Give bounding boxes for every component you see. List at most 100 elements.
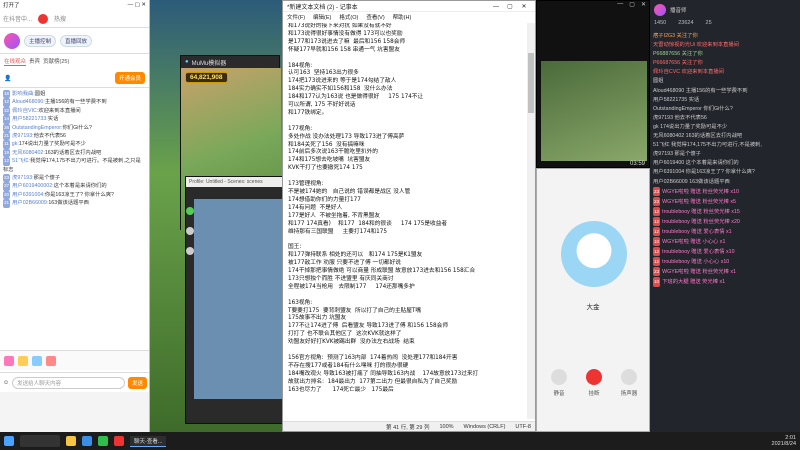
mute-icon[interactable] bbox=[551, 369, 567, 385]
live-chat-text: 佩玲自CVC 欢迎来到本直播间 bbox=[653, 69, 724, 76]
taskbar-search[interactable] bbox=[20, 435, 60, 447]
system-clock[interactable]: 2:01 2021/8/24 bbox=[772, 435, 796, 448]
streamer-avatar[interactable] bbox=[654, 4, 666, 16]
host-header: 主播控制 直播回放 bbox=[0, 28, 149, 54]
chat-input[interactable]: 发送给人聊天内容 bbox=[12, 376, 125, 389]
chat-username[interactable]: 用户6019400002: bbox=[12, 183, 54, 189]
send-button[interactable]: 发送 bbox=[127, 376, 147, 389]
mumu-titlebar[interactable]: ● MuMu模拟器 bbox=[181, 56, 279, 68]
minimize-icon[interactable]: — bbox=[489, 4, 503, 10]
chat-username[interactable]: 用户58221733: bbox=[12, 116, 48, 122]
window-controls[interactable]: — ▢ ✕ bbox=[537, 1, 649, 11]
tab-online-audience[interactable]: 在线观众 bbox=[4, 57, 27, 66]
level-badge: 12 bbox=[653, 247, 661, 257]
recorder-window[interactable]: Profile: Untitled - Scenes: scenes bbox=[185, 176, 285, 424]
avatar[interactable] bbox=[4, 32, 20, 49]
encoding: UTF-8 bbox=[515, 423, 531, 430]
level-badge: 11 bbox=[3, 140, 10, 149]
speaker-icon[interactable] bbox=[621, 369, 637, 385]
text-line bbox=[288, 236, 524, 244]
folder-icon[interactable] bbox=[66, 436, 76, 446]
taskbar: 聊天-查看... 2:01 2021/8/24 bbox=[0, 432, 800, 450]
gift-icon[interactable] bbox=[4, 355, 14, 366]
status-bar: 第 41 行, 第 29 列 100% Windows (CRLF) UTF-8 bbox=[283, 421, 535, 431]
live-chat-message: 天雷动惊视的光Ui 欢迎来到本直播间 bbox=[653, 41, 797, 50]
live-chat-text: gk 174说出力量了奖励可是不少 bbox=[653, 123, 728, 130]
scene-icon[interactable] bbox=[186, 247, 194, 255]
gift-icon[interactable] bbox=[32, 355, 42, 366]
settings-icon[interactable] bbox=[186, 227, 194, 235]
gift-bar bbox=[0, 350, 149, 370]
live-chat-message: gk 174说出力量了奖励可是不少 bbox=[653, 123, 797, 132]
tab-vip[interactable]: 贵宾 bbox=[29, 57, 40, 66]
wechat-icon[interactable] bbox=[98, 436, 108, 446]
text-line: 174想借助你们的力量打177 bbox=[288, 196, 361, 203]
text-line: 和177 174真看) 和177 184和的很谈 174 175是收益者 bbox=[288, 220, 448, 227]
live-replay-button[interactable]: 直播回放 bbox=[60, 34, 93, 47]
gold-counter: 64,821,908 bbox=[185, 72, 228, 83]
stream-client-panel: 打开了 — ▢ ✕ 在抖音中... 热搜 主播控制 直播回放 在线观众 贵宾 贡… bbox=[0, 0, 150, 432]
menu-view[interactable]: 查看(V) bbox=[366, 13, 384, 21]
video-player-window[interactable]: — ▢ ✕ 03:59 bbox=[536, 0, 650, 168]
scrollbar-thumb[interactable] bbox=[528, 53, 534, 113]
chat-message: 12 51飞红:我觉得174,175不出力可进行。不是被刺,之只是标志 bbox=[3, 157, 146, 174]
window-controls[interactable]: — ▢ ✕ bbox=[128, 2, 146, 8]
app-icon[interactable] bbox=[114, 436, 124, 446]
live-chat-message: 用户58221735 实话 bbox=[653, 96, 797, 105]
text-line: 174干掉那把事情做绝 可以商量 形成联盟 故意放173进去和156 158汇合 bbox=[288, 268, 476, 275]
tab-contribution[interactable]: 贡献榜(25) bbox=[43, 57, 69, 66]
chat-message: 23 虎97193:那是个傻子 bbox=[3, 174, 146, 183]
browser-icon[interactable] bbox=[82, 436, 92, 446]
notepad-text-area[interactable]: 和173说好的接下来对抗 如果没有就不好 和173说得很好事情没有做得 173可以… bbox=[285, 23, 527, 419]
live-chat-panel: 播音师 1450 23624 25 痞子I2G3 关注了你 天雷动惊视的光Ui 欢… bbox=[650, 0, 800, 432]
chat-username[interactable]: Aloud468090: bbox=[12, 99, 45, 105]
close-icon[interactable]: ✕ bbox=[517, 3, 531, 10]
chat-username[interactable]: 佩玲自VIC: bbox=[12, 108, 38, 114]
maximize-icon[interactable]: ▢ bbox=[503, 3, 517, 10]
menu-format[interactable]: 格式(O) bbox=[339, 13, 358, 21]
chat-username[interactable]: 影响我曲: bbox=[12, 91, 35, 97]
notepad-titlebar[interactable]: *新建文本文档 (2) - 记事本 — ▢ ✕ bbox=[283, 1, 535, 12]
live-chat-message: Aloud468090 主播156的有一些学费不到 bbox=[653, 87, 797, 96]
window-controls[interactable]: — ▢ ✕ bbox=[489, 3, 531, 10]
menu-help[interactable]: 帮助(H) bbox=[393, 13, 412, 21]
chat-username[interactable]: gk: bbox=[12, 141, 19, 147]
chat-username[interactable]: OutstandingEmperor: bbox=[12, 125, 62, 131]
chat-message: 19 无风6080402:163的话着区去打内战吧 bbox=[3, 148, 146, 158]
chat-username[interactable]: 无风6080402: bbox=[12, 150, 45, 156]
chat-username[interactable]: 虎97193: bbox=[12, 175, 34, 181]
notepad-title: *新建文本文档 (2) - 记事本 bbox=[287, 4, 358, 11]
text-line: 故就出力排名: 184最出力 177第二出力 但最很自私为了自己奖励 bbox=[288, 378, 458, 385]
level-badge: 12 bbox=[653, 206, 661, 216]
live-chat-message: 12 troublebooy 赠送 小心心 x10 bbox=[653, 257, 797, 267]
level-badge: 14 bbox=[3, 115, 11, 124]
top-title: 打开了 bbox=[3, 3, 20, 9]
live-chat-text: 51飞红 我觉得174,175不出力可进行,不是被刺, bbox=[653, 142, 762, 149]
gift-icon[interactable] bbox=[46, 355, 56, 366]
menu-file[interactable]: 文件(F) bbox=[287, 13, 305, 21]
record-icon[interactable] bbox=[186, 207, 194, 215]
emoji-icon[interactable]: ☺ bbox=[3, 380, 9, 386]
chat-username[interactable]: 用户02B66009: bbox=[12, 200, 48, 206]
live-chat-message: 23 WGYE啦啦 赠送 粉丝荧光棒 x1 bbox=[653, 267, 797, 277]
vertical-scrollbar[interactable] bbox=[527, 23, 535, 419]
active-app-button[interactable]: 聊天-查看... bbox=[130, 435, 167, 447]
live-chat-message: 痞子I2G3 关注了你 bbox=[653, 32, 797, 41]
level-badge: 23 bbox=[653, 267, 661, 277]
gift-icon[interactable] bbox=[18, 355, 28, 366]
start-icon[interactable] bbox=[4, 436, 14, 446]
chat-username[interactable]: 51飞红: bbox=[12, 158, 30, 164]
menu-edit[interactable]: 编辑(E) bbox=[313, 13, 331, 21]
chat-username[interactable]: 虎97193: bbox=[12, 133, 34, 139]
open-member-button[interactable]: 开通会员 bbox=[114, 72, 145, 84]
hangup-icon[interactable] bbox=[586, 369, 602, 385]
search-input[interactable]: 在抖音中... bbox=[3, 14, 32, 23]
hot-label[interactable]: 热搜 bbox=[54, 14, 66, 23]
chat-message: 14 用户58221733:实话 bbox=[3, 115, 146, 124]
host-control-button[interactable]: 主播控制 bbox=[24, 34, 57, 47]
live-chat-message: P66687656 关注了你 bbox=[653, 59, 797, 68]
live-chat-text: 天雷动惊视的光Ui 欢迎来到本直播间 bbox=[653, 42, 739, 49]
live-chat-message: 用户6391004 你是163凉王了? 你拿什么爽? bbox=[653, 168, 797, 177]
chat-username[interactable]: 用户6391004: bbox=[12, 192, 45, 198]
live-chat-text: P66887656 关注了你 bbox=[653, 51, 703, 58]
